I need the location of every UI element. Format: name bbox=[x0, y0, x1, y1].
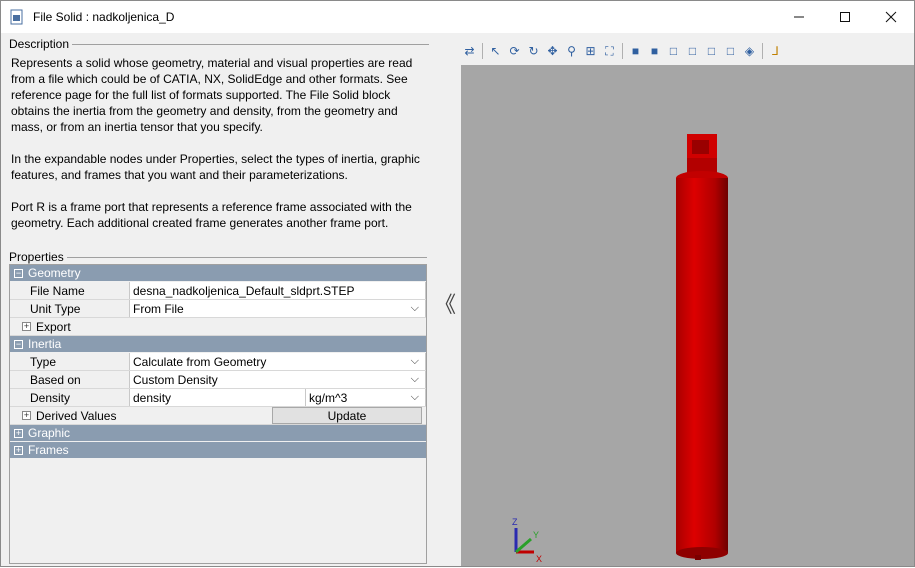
left-panel: Description Represents a solid whose geo… bbox=[9, 37, 429, 564]
property-row: Based on Custom Density ⌵ bbox=[10, 371, 426, 389]
window-title: File Solid : nadkoljenica_D bbox=[33, 10, 175, 24]
file-name-field[interactable]: desna_nadkoljenica_Default_sldprt.STEP bbox=[130, 282, 426, 299]
chevron-down-icon: ⌵ bbox=[410, 302, 419, 314]
view-back-icon[interactable]: ■ bbox=[646, 42, 663, 60]
axis-triad: Z Y X bbox=[512, 517, 542, 564]
zoom-box-icon[interactable]: ⊞ bbox=[582, 42, 599, 60]
axes-icon[interactable]: ⅃ bbox=[767, 42, 784, 60]
graphic-section-header[interactable]: + Graphic bbox=[10, 425, 426, 442]
select-icon[interactable]: ↖ bbox=[487, 42, 504, 60]
double-chevron-left-icon: 《 bbox=[433, 291, 456, 317]
inertia-type-dropdown[interactable]: Calculate from Geometry ⌵ bbox=[130, 353, 426, 370]
geometry-section-header[interactable]: − Geometry bbox=[10, 265, 426, 282]
solid-render: Z Y X bbox=[512, 134, 728, 564]
properties-group-label: Properties bbox=[9, 250, 427, 264]
property-row: Density density kg/m^3 ⌵ bbox=[10, 389, 426, 407]
based-on-label: Based on bbox=[10, 371, 130, 388]
density-label: Density bbox=[10, 389, 130, 406]
export-subsection[interactable]: + Export bbox=[10, 318, 426, 336]
frames-section-header[interactable]: + Frames bbox=[10, 442, 426, 459]
toolbar-separator bbox=[762, 43, 763, 59]
expand-icon: + bbox=[22, 410, 31, 420]
update-button[interactable]: Update bbox=[272, 407, 422, 424]
title-bar: File Solid : nadkoljenica_D bbox=[1, 1, 914, 33]
cylinder-body bbox=[676, 178, 728, 553]
geometry-viewer: ⇄ ↖ ⟳ ↻ ✥ ⚲ ⊞ ⛶ ■ ■ □ □ □ □ ◈ ⅃ Z Y X bbox=[459, 37, 914, 566]
inertia-type-label: Type bbox=[10, 353, 130, 370]
derived-values-subsection[interactable]: + Derived Values Update bbox=[10, 407, 426, 425]
collapse-panel-button[interactable]: 《 bbox=[431, 37, 459, 568]
view-left-icon[interactable]: □ bbox=[665, 42, 682, 60]
density-input[interactable]: density bbox=[130, 389, 306, 406]
property-row: Unit Type From File ⌵ bbox=[10, 300, 426, 318]
chevron-down-icon: ⌵ bbox=[410, 391, 419, 403]
property-row: Type Calculate from Geometry ⌵ bbox=[10, 353, 426, 371]
inertia-section-header[interactable]: − Inertia bbox=[10, 336, 426, 353]
top-block-hole bbox=[692, 140, 709, 154]
expand-icon: + bbox=[14, 427, 23, 438]
unit-type-dropdown[interactable]: From File ⌵ bbox=[130, 300, 426, 317]
view-bottom-icon[interactable]: □ bbox=[722, 42, 739, 60]
file-solid-dialog: File Solid : nadkoljenica_D Description … bbox=[0, 0, 915, 567]
density-unit-dropdown[interactable]: kg/m^3 ⌵ bbox=[306, 389, 426, 406]
fit-to-view-icon[interactable]: ⛶ bbox=[601, 42, 618, 60]
maximize-button[interactable] bbox=[822, 1, 868, 33]
close-button[interactable] bbox=[868, 1, 914, 33]
expand-icon: + bbox=[14, 444, 23, 455]
viewer-toolbar: ⇄ ↖ ⟳ ↻ ✥ ⚲ ⊞ ⛶ ■ ■ □ □ □ □ ◈ ⅃ bbox=[459, 37, 914, 65]
description-paragraph: In the expandable nodes under Properties… bbox=[11, 152, 420, 182]
toolbar-separator bbox=[482, 43, 483, 59]
description-group-label: Description bbox=[9, 37, 429, 51]
properties-grid: − Geometry File Name desna_nadkoljenica_… bbox=[9, 264, 427, 564]
unit-type-label: Unit Type bbox=[10, 300, 130, 317]
collapse-icon: − bbox=[14, 338, 23, 349]
collapse-icon: − bbox=[14, 267, 23, 278]
view-front-icon[interactable]: ■ bbox=[627, 42, 644, 60]
isometric-view-icon[interactable]: ◈ bbox=[741, 42, 758, 60]
chevron-down-icon: ⌵ bbox=[410, 355, 419, 367]
axis-x-label: X bbox=[536, 554, 542, 564]
render-canvas[interactable]: Z Y X bbox=[461, 65, 914, 566]
pan-icon[interactable]: ✥ bbox=[544, 42, 561, 60]
expand-icon: + bbox=[22, 321, 31, 331]
bottom-tip bbox=[695, 555, 701, 560]
minimize-button[interactable] bbox=[776, 1, 822, 33]
axis-z-label: Z bbox=[512, 517, 518, 527]
view-top-icon[interactable]: □ bbox=[703, 42, 720, 60]
chevron-down-icon: ⌵ bbox=[410, 373, 419, 385]
based-on-dropdown[interactable]: Custom Density ⌵ bbox=[130, 371, 426, 388]
property-row: File Name desna_nadkoljenica_Default_sld… bbox=[10, 282, 426, 300]
rotate-icon[interactable]: ⟳ bbox=[506, 42, 523, 60]
file-name-label: File Name bbox=[10, 282, 130, 299]
description-paragraph: Port R is a frame port that represents a… bbox=[11, 200, 412, 230]
description-paragraph: Represents a solid whose geometry, mater… bbox=[11, 56, 413, 134]
block-icon bbox=[9, 9, 25, 25]
toolbar-separator bbox=[622, 43, 623, 59]
swap-icon[interactable]: ⇄ bbox=[461, 42, 478, 60]
description-text: Represents a solid whose geometry, mater… bbox=[9, 51, 429, 249]
view-right-icon[interactable]: □ bbox=[684, 42, 701, 60]
bottom-cap bbox=[676, 547, 728, 559]
axis-y-label: Y bbox=[533, 530, 539, 540]
roll-icon[interactable]: ↻ bbox=[525, 42, 542, 60]
zoom-icon[interactable]: ⚲ bbox=[563, 42, 580, 60]
